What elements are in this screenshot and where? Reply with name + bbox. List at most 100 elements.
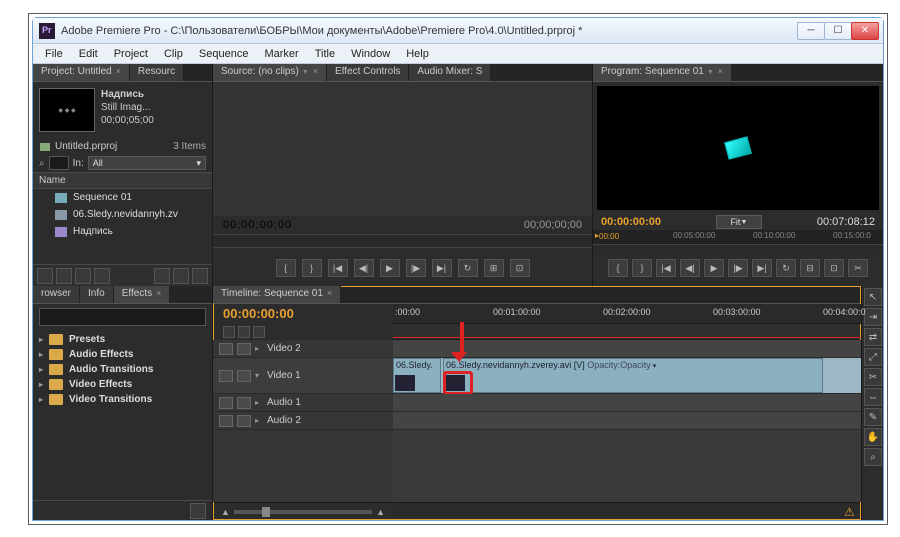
timeline-work-area[interactable]: [393, 324, 861, 340]
tab-audio-mixer[interactable]: Audio Mixer: S: [409, 64, 491, 81]
play-button[interactable]: ▶: [380, 259, 400, 277]
folder-audio-effects[interactable]: ▸Audio Effects: [39, 347, 206, 362]
set-in-button[interactable]: {: [608, 259, 628, 277]
close-tab-icon[interactable]: ×: [313, 66, 318, 76]
expand-arrow-icon[interactable]: ▸: [255, 344, 263, 353]
lock-icon[interactable]: [237, 397, 251, 409]
goto-out-button[interactable]: ▶|: [752, 259, 772, 277]
program-ruler[interactable]: ▸00:00 00:05:00:00 00:10:00:00 00:15:00:…: [593, 230, 883, 244]
chevron-down-icon[interactable]: ▼: [707, 69, 714, 76]
tab-effects[interactable]: Effects×: [114, 286, 171, 303]
close-tab-icon[interactable]: ×: [116, 66, 121, 76]
track-select-tool[interactable]: ⇥: [864, 308, 882, 326]
project-item[interactable]: 06.Sledy.nevidannyh.zv: [33, 206, 212, 223]
find-button[interactable]: [94, 268, 110, 284]
speaker-icon[interactable]: [219, 415, 233, 427]
minimize-button[interactable]: ─: [797, 22, 825, 40]
slip-tool[interactable]: ⇔: [864, 388, 882, 406]
hand-tool[interactable]: ✋: [864, 428, 882, 446]
marker-button[interactable]: [238, 326, 250, 338]
new-bin-button[interactable]: [190, 503, 206, 519]
tab-info[interactable]: Info: [80, 286, 114, 303]
tab-program[interactable]: Program: Sequence 01▼×: [593, 64, 732, 81]
in-filter-select[interactable]: All▾: [88, 156, 206, 170]
menu-file[interactable]: File: [37, 46, 71, 62]
zoom-fit-select[interactable]: Fit ▼: [716, 215, 762, 229]
tab-effect-controls[interactable]: Effect Controls: [327, 64, 409, 81]
selection-tool[interactable]: ↖: [864, 288, 882, 306]
timeline-clip[interactable]: 06.Sledy.nevidannyh.zverey.avi [V] Opaci…: [443, 358, 823, 393]
insert-button[interactable]: ⊞: [484, 259, 504, 277]
lock-icon[interactable]: [237, 415, 251, 427]
loop-button[interactable]: ↻: [776, 259, 796, 277]
folder-audio-transitions[interactable]: ▸Audio Transitions: [39, 362, 206, 377]
tab-source[interactable]: Source: (no clips)▼×: [213, 64, 327, 81]
timeline-timecode[interactable]: 00:00:00:00: [213, 304, 393, 324]
zoom-tool[interactable]: ⌕: [864, 448, 882, 466]
track-header-audio2[interactable]: ▸Audio 2: [213, 412, 393, 430]
folder-presets[interactable]: ▸Presets: [39, 332, 206, 347]
overlay-button[interactable]: ⊡: [510, 259, 530, 277]
source-scrubber[interactable]: [213, 234, 592, 248]
list-view-button[interactable]: [37, 268, 53, 284]
pen-tool[interactable]: ✎: [864, 408, 882, 426]
set-in-button[interactable]: {: [276, 259, 296, 277]
tab-project[interactable]: Project: Untitled×: [33, 64, 130, 81]
timeline-clip[interactable]: 06.Sledy.: [393, 358, 441, 393]
warning-icon[interactable]: ⚠: [844, 505, 858, 517]
program-tc-current[interactable]: 00:00:00:00: [601, 216, 661, 228]
tab-media-browser[interactable]: rowser: [33, 286, 80, 303]
project-search-input[interactable]: [49, 156, 69, 170]
expand-arrow-icon[interactable]: ▸: [255, 416, 263, 425]
lift-button[interactable]: ⊟: [800, 259, 820, 277]
trim-button[interactable]: ✂: [848, 259, 868, 277]
goto-in-button[interactable]: |◀: [328, 259, 348, 277]
set-out-button[interactable]: }: [632, 259, 652, 277]
lock-icon[interactable]: [237, 370, 251, 382]
automate-button[interactable]: [75, 268, 91, 284]
step-fwd-button[interactable]: |▶: [406, 259, 426, 277]
source-tc-in[interactable]: 00;00;00;00: [223, 219, 292, 231]
menu-marker[interactable]: Marker: [256, 46, 306, 62]
ripple-tool[interactable]: ⇄: [864, 328, 882, 346]
folder-video-effects[interactable]: ▸Video Effects: [39, 377, 206, 392]
razor-tool[interactable]: ✂: [864, 368, 882, 386]
source-tc-out[interactable]: 00;00;00;00: [524, 219, 582, 231]
folder-video-transitions[interactable]: ▸Video Transitions: [39, 392, 206, 407]
extract-button[interactable]: ⊡: [824, 259, 844, 277]
play-button[interactable]: ▶: [704, 259, 724, 277]
project-item[interactable]: Sequence 01: [33, 189, 212, 206]
effects-search-input[interactable]: [39, 308, 206, 326]
titlebar[interactable]: Adobe Premiere Pro - C:\Пользователи\БОБ…: [33, 18, 883, 44]
menu-project[interactable]: Project: [106, 46, 156, 62]
menu-title[interactable]: Title: [307, 46, 343, 62]
lock-icon[interactable]: [237, 343, 251, 355]
loop-button[interactable]: ↻: [458, 259, 478, 277]
track-header-audio1[interactable]: ▸Audio 1: [213, 394, 393, 412]
menu-window[interactable]: Window: [343, 46, 398, 62]
program-tc-duration[interactable]: 00:07:08:12: [817, 216, 875, 228]
zoom-in-icon[interactable]: ▲: [376, 507, 385, 517]
close-tab-icon[interactable]: ×: [327, 288, 332, 298]
menu-edit[interactable]: Edit: [71, 46, 106, 62]
menu-clip[interactable]: Clip: [156, 46, 191, 62]
zoom-slider[interactable]: [234, 510, 372, 514]
goto-in-button[interactable]: |◀: [656, 259, 676, 277]
new-bin-button[interactable]: [154, 268, 170, 284]
tab-timeline[interactable]: Timeline: Sequence 01×: [213, 286, 341, 303]
timeline-ruler[interactable]: :00:00 00:01:00:00 00:02:00:00 00:03:00:…: [393, 304, 861, 324]
eye-icon[interactable]: [219, 370, 233, 382]
zoom-out-icon[interactable]: ▲: [221, 507, 230, 517]
rate-stretch-tool[interactable]: ⤢: [864, 348, 882, 366]
expand-arrow-icon[interactable]: ▸: [255, 398, 263, 407]
step-back-button[interactable]: ◀|: [680, 259, 700, 277]
close-tab-icon[interactable]: ×: [156, 288, 161, 298]
collapse-arrow-icon[interactable]: ▾: [255, 371, 263, 380]
timeline-hscrollbar[interactable]: [393, 503, 861, 520]
timeline-tracks[interactable]: 06.Sledy. 06.Sledy.nevidannyh.zverey.avi…: [393, 340, 861, 502]
timeline-zoom[interactable]: ▲ ▲: [213, 503, 393, 520]
step-back-button[interactable]: ◀|: [354, 259, 374, 277]
snap-button[interactable]: [223, 326, 235, 338]
chevron-down-icon[interactable]: ▼: [302, 69, 309, 76]
close-tab-icon[interactable]: ×: [718, 66, 723, 76]
